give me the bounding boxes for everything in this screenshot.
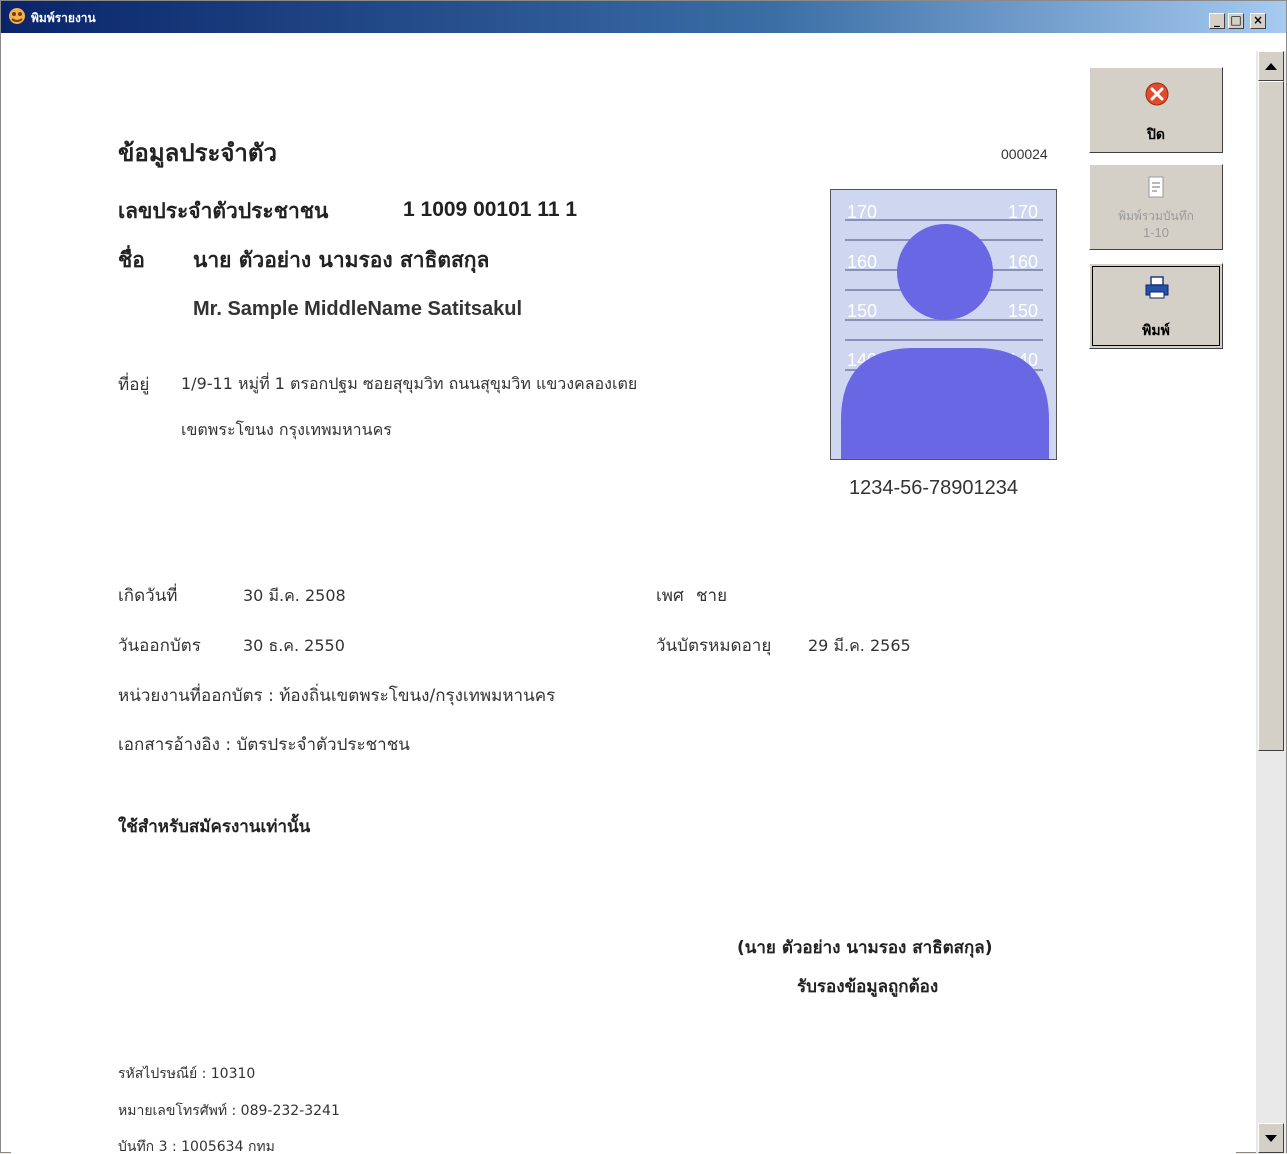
print-all-button[interactable]: พิมพ์รวมบันทึก 1-10	[1089, 164, 1223, 250]
id-photo: 170 170 160 160 150 150 140 140	[830, 189, 1057, 460]
address-line-2: เขตพระโขนง กรุงเทพมหานคร	[181, 420, 392, 439]
signature-caption: รับรองข้อมูลถูกต้อง	[797, 977, 939, 997]
record-number: 000024	[1001, 146, 1048, 162]
expiry-label: วันบัตรหมดอายุ	[656, 636, 772, 656]
silhouette-body	[841, 348, 1049, 459]
report-heading: ข้อมูลประจำตัว	[118, 139, 277, 167]
note-3: บันทึก 3 : 1005634 กทม	[118, 1139, 275, 1154]
print-all-label: พิมพ์รวมบันทึก	[1118, 209, 1194, 223]
print-label: พิมพ์	[1142, 323, 1170, 339]
address-line-1: 1/9-11 หมู่ที่ 1 ตรอกปฐม ซอยสุขุมวิท ถนน…	[181, 374, 638, 393]
maximize-button[interactable]: □	[1228, 13, 1244, 29]
id-label: เลขประจำตัวประชาชน	[118, 199, 329, 223]
address-label: ที่อยู่	[118, 375, 150, 395]
print-all-range: 1-10	[1142, 225, 1170, 240]
close-report-button[interactable]: ปิด	[1089, 67, 1223, 153]
card-number: 1234-56-78901234	[849, 477, 1019, 499]
birth-label: เกิดวันที่	[118, 586, 178, 606]
name-thai: นาย ตัวอย่าง นามรอง สาธิตสกุล	[193, 248, 490, 272]
ruler-160-left: 160	[847, 252, 877, 272]
issuing-agency: หน่วยงานที่ออกบัตร : ท้องถิ่นเขตพระโขนง/…	[118, 686, 556, 706]
close-label: ปิด	[1147, 127, 1165, 143]
close-window-button[interactable]: ×	[1250, 13, 1266, 29]
minimize-button[interactable]: _	[1209, 13, 1225, 29]
issue-value: 30 ธ.ค. 2550	[243, 636, 345, 655]
print-button[interactable]: พิมพ์	[1089, 263, 1223, 349]
name-label: ชื่อ	[118, 248, 145, 272]
title-bar: พิมพ์รายงาน _ □ ×	[1, 1, 1286, 33]
ruler-170-left: 170	[847, 202, 877, 222]
ruler-150-left: 150	[847, 301, 877, 321]
print-preview-icon	[1145, 175, 1169, 203]
postal-code: รหัสไปรษณีย์ : 10310	[118, 1066, 256, 1082]
scroll-down-button[interactable]	[1258, 1123, 1284, 1153]
ruler-160-right: 160	[1008, 252, 1038, 272]
expiry-value: 29 มี.ค. 2565	[808, 636, 911, 655]
sex-label: เพศ	[656, 586, 684, 606]
silhouette-head	[897, 224, 993, 320]
signature-name: (นาย ตัวอย่าง นามรอง สาธิตสกุล)	[737, 938, 993, 958]
id-value: 1 1009 00101 11 1	[403, 198, 578, 221]
birth-value: 30 มี.ค. 2508	[243, 586, 346, 605]
arrow-down-icon	[1265, 1135, 1277, 1142]
report-window: พิมพ์รายงาน _ □ × ข้อมูลประจำตัว 000024 …	[0, 0, 1287, 1154]
window-title: พิมพ์รายงาน	[31, 11, 96, 25]
scrollbar-thumb[interactable]	[1258, 81, 1284, 751]
scroll-up-button[interactable]	[1258, 51, 1284, 81]
phone-number: หมายเลขโทรศัพท์ : 089-232-3241	[118, 1103, 340, 1119]
name-english: Mr. Sample MiddleName Satitsakul	[193, 298, 522, 320]
ruler-150-right: 150	[1008, 301, 1038, 321]
printer-icon	[1144, 276, 1170, 304]
app-icon	[7, 6, 27, 26]
issue-label: วันออกบัตร	[118, 636, 201, 656]
usage-note: ใช้สำหรับสมัครงานเท่านั้น	[118, 817, 311, 837]
close-icon	[1145, 82, 1169, 110]
reference-document: เอกสารอ้างอิง : บัตรประจำตัวประชาชน	[118, 735, 410, 755]
ruler-170-right: 170	[1008, 202, 1038, 222]
sex-value: ชาย	[696, 586, 728, 606]
arrow-up-icon	[1265, 63, 1277, 70]
